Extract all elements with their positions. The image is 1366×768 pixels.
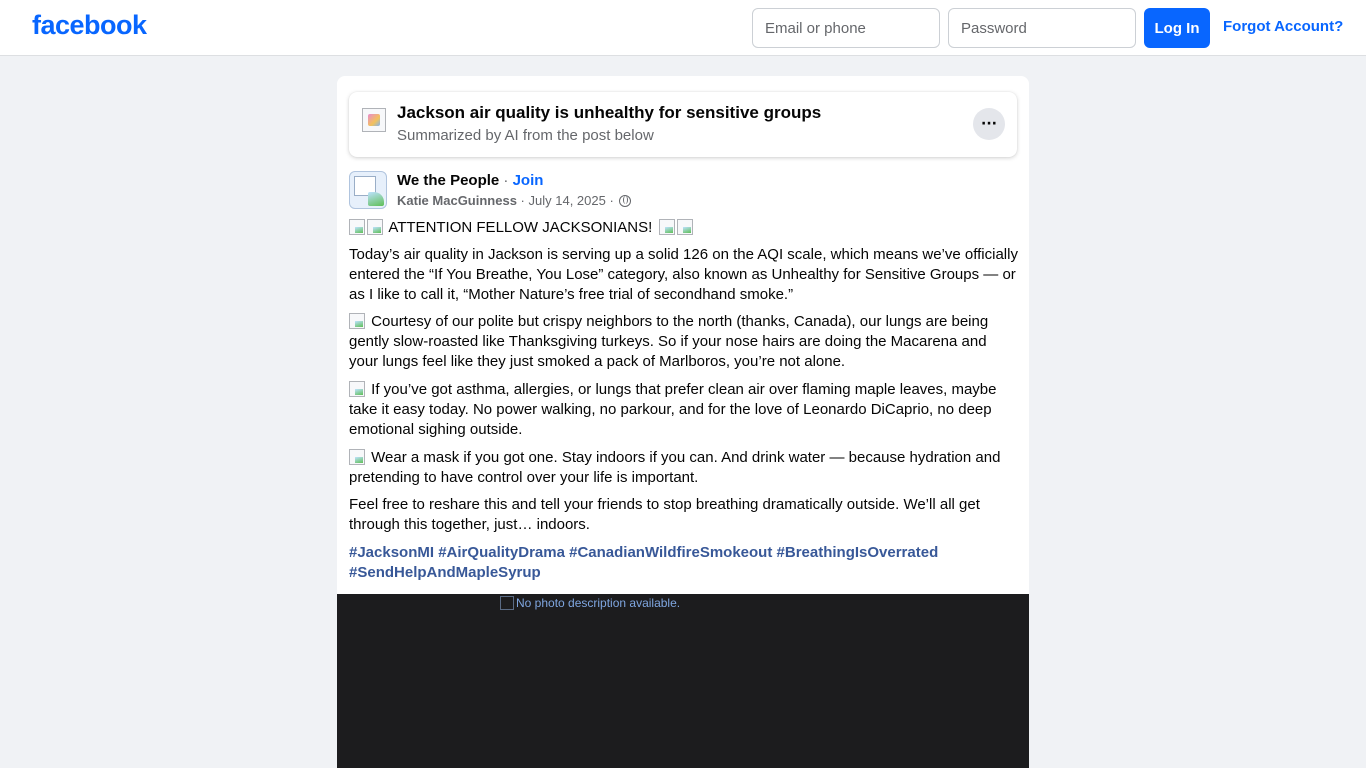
group-avatar[interactable] — [349, 171, 387, 209]
post-paragraph: Courtesy of our polite but crispy neighb… — [349, 312, 1019, 372]
paragraph-text: Courtesy of our polite but crispy neighb… — [349, 313, 989, 370]
separator: · — [605, 193, 618, 208]
emoji-icon — [349, 449, 365, 465]
post-paragraph: Today’s air quality in Jackson is servin… — [349, 246, 1018, 303]
ai-summary-title: Jackson air quality is unhealthy for sen… — [397, 103, 822, 122]
post-photo[interactable]: No photo description available. — [337, 594, 1029, 768]
post-date[interactable]: July 14, 2025 — [529, 193, 606, 208]
post-headline: ATTENTION FELLOW JACKSONIANS! — [349, 218, 1019, 238]
photo-alt-label: No photo description available. — [516, 596, 681, 610]
post-meta: Katie MacGuinness · July 14, 2025 · — [397, 193, 632, 208]
hashtag-list: #JacksonMI #AirQualityDrama #CanadianWil… — [349, 543, 1019, 583]
forgot-account-link[interactable]: Forgot Account? — [1223, 18, 1343, 35]
globe-icon — [619, 195, 632, 207]
author-name[interactable]: Katie MacGuinness — [397, 193, 517, 208]
photo-alt-text: No photo description available. — [500, 596, 680, 610]
post-paragraph: Wear a mask if you got one. Stay indoors… — [349, 448, 1019, 488]
emoji-icon — [349, 313, 365, 329]
paragraph-text: Wear a mask if you got one. Stay indoors… — [349, 449, 1001, 486]
emoji-icon — [367, 219, 383, 235]
emoji-icon — [349, 219, 365, 235]
email-field[interactable] — [752, 8, 940, 48]
post-header: We the People · Join — [397, 172, 543, 189]
hashtag-link[interactable]: #SendHelpAndMapleSyrup — [349, 564, 541, 581]
password-field[interactable] — [948, 8, 1136, 48]
hashtag-link[interactable]: #JacksonMI — [349, 544, 434, 561]
login-button[interactable]: Log In — [1144, 8, 1210, 48]
emoji-icon — [659, 219, 676, 235]
separator: · — [499, 172, 513, 189]
post-card: Jackson air quality is unhealthy for sen… — [337, 76, 1029, 768]
ai-summary-icon — [362, 108, 386, 132]
headline-text: ATTENTION FELLOW JACKSONIANS! — [388, 219, 653, 236]
top-bar: facebook Log In Forgot Account? — [0, 0, 1366, 56]
emoji-icon — [677, 219, 694, 235]
hashtag-link[interactable]: #CanadianWildfireSmokeout — [569, 544, 772, 561]
join-link[interactable]: Join — [513, 172, 544, 189]
ai-summary-subtitle: Summarized by AI from the post below — [397, 127, 654, 144]
hashtag-link[interactable]: #AirQualityDrama — [438, 544, 565, 561]
broken-image-icon — [500, 596, 514, 610]
emoji-icon — [349, 381, 365, 397]
group-name[interactable]: We the People — [397, 172, 499, 189]
paragraph-text: If you’ve got asthma, allergies, or lung… — [349, 381, 997, 438]
hashtag-link[interactable]: #BreathingIsOverrated — [777, 544, 939, 561]
post-paragraph: Feel free to reshare this and tell your … — [349, 496, 980, 533]
ai-summary-card[interactable]: Jackson air quality is unhealthy for sen… — [349, 92, 1017, 157]
facebook-logo[interactable]: facebook — [32, 10, 147, 41]
post-paragraph: If you’ve got asthma, allergies, or lung… — [349, 380, 1019, 440]
more-options-button[interactable]: ··· — [973, 108, 1005, 140]
separator: · — [516, 193, 529, 208]
